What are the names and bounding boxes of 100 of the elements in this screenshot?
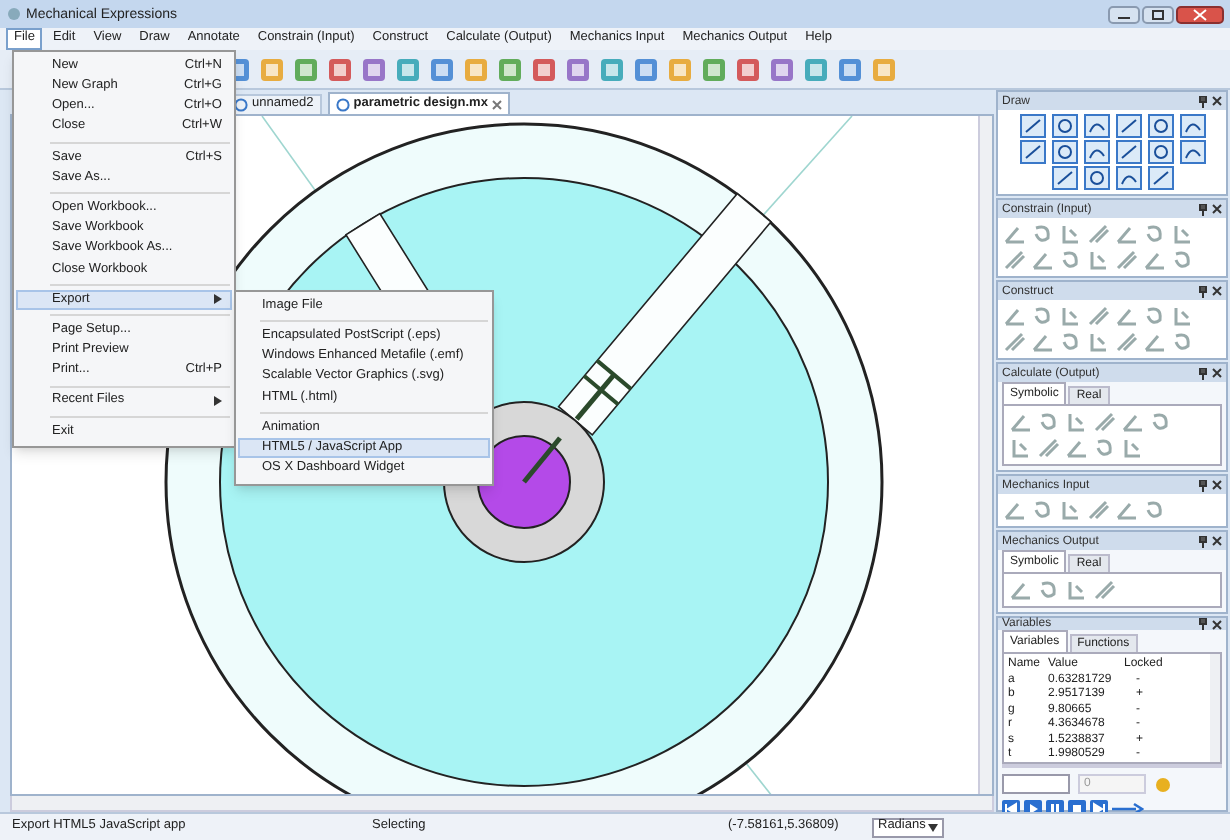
pin-icon[interactable] [1198,535,1208,547]
toolbar-icon[interactable] [530,55,558,83]
draw-tool-icon[interactable] [1051,140,1077,164]
draw-tool-icon[interactable] [1115,114,1141,138]
calculate-tool-icon[interactable] [1008,436,1034,460]
toolbar-icon[interactable] [734,55,762,83]
mechanics-input-icon[interactable] [1030,498,1056,522]
minimize-button[interactable] [1108,5,1140,23]
maximize-button[interactable] [1142,5,1174,23]
toolbar-icon[interactable] [768,55,796,83]
construct-tool-icon[interactable] [1142,330,1168,354]
mechanics-input-icon[interactable] [1058,498,1084,522]
calculate-tool-icon[interactable] [1120,410,1146,434]
calculate-tool-icon[interactable] [1008,410,1034,434]
horizontal-scrollbar[interactable] [10,796,994,812]
construct-tool-icon[interactable] [1030,330,1056,354]
pin-icon[interactable] [1198,479,1208,491]
mechanics-input-icon[interactable] [1142,498,1168,522]
construct-tool-icon[interactable] [1142,304,1168,328]
constraint-tool-icon[interactable] [1114,248,1140,272]
input-field[interactable] [1002,774,1070,794]
close-icon[interactable] [1212,480,1222,490]
toolbar-icon[interactable] [564,55,592,83]
draw-tool-icon[interactable] [1083,140,1109,164]
draw-tool-icon[interactable] [1179,114,1205,138]
draw-tool-icon[interactable] [1179,140,1205,164]
arrow-icon[interactable] [1112,802,1144,816]
draw-tool-icon[interactable] [1147,140,1173,164]
construct-tool-icon[interactable] [1114,330,1140,354]
constraint-tool-icon[interactable] [1058,222,1084,246]
draw-tool-icon[interactable] [1019,140,1045,164]
constraint-tool-icon[interactable] [1030,222,1056,246]
toolbar-icon[interactable] [360,55,388,83]
toolbar-icon[interactable] [394,55,422,83]
draw-tool-icon[interactable] [1083,114,1109,138]
pin-icon[interactable] [1198,285,1208,297]
draw-tool-icon[interactable] [1147,114,1173,138]
constraint-tool-icon[interactable] [1086,248,1112,272]
mechanics-input-icon[interactable] [1086,498,1112,522]
toolbar-icon[interactable] [258,55,286,83]
vertical-scrollbar[interactable] [978,116,992,794]
constraint-tool-icon[interactable] [1170,248,1196,272]
toolbar-icon[interactable] [836,55,864,83]
mechanics-output-icon[interactable] [1092,578,1118,602]
toolbar-icon[interactable] [496,55,524,83]
toolbar-icon[interactable] [428,55,456,83]
toolbar-icon[interactable] [632,55,660,83]
pin-icon[interactable] [1198,618,1208,630]
constraint-tool-icon[interactable] [1142,222,1168,246]
construct-tool-icon[interactable] [1058,330,1084,354]
draw-tool-icon[interactable] [1051,114,1077,138]
close-icon[interactable] [1212,619,1222,629]
close-icon[interactable] [1212,204,1222,214]
close-icon[interactable] [1212,368,1222,378]
mechanics-output-icon[interactable] [1008,578,1034,602]
toolbar-icon[interactable] [462,55,490,83]
constraint-tool-icon[interactable] [1002,222,1028,246]
constraint-tool-icon[interactable] [1058,248,1084,272]
draw-tool-icon[interactable] [1083,166,1109,190]
toolbar-icon[interactable] [326,55,354,83]
close-icon[interactable] [1212,286,1222,296]
calculate-tool-icon[interactable] [1120,436,1146,460]
construct-tool-icon[interactable] [1058,304,1084,328]
calculate-tool-icon[interactable] [1036,410,1062,434]
toolbar-icon[interactable] [802,55,830,83]
construct-tool-icon[interactable] [1086,330,1112,354]
calculate-tool-icon[interactable] [1064,410,1090,434]
pin-icon[interactable] [1198,95,1208,107]
construct-tool-icon[interactable] [1002,330,1028,354]
calculate-tool-icon[interactable] [1092,410,1118,434]
construct-tool-icon[interactable] [1114,304,1140,328]
draw-tool-icon[interactable] [1019,114,1045,138]
draw-tool-icon[interactable] [1147,166,1173,190]
toolbar-icon[interactable] [666,55,694,83]
draw-tool-icon[interactable] [1115,166,1141,190]
toolbar-icon[interactable] [292,55,320,83]
constraint-tool-icon[interactable] [1114,222,1140,246]
calculate-tool-icon[interactable] [1092,436,1118,460]
mechanics-output-icon[interactable] [1064,578,1090,602]
toolbar-icon[interactable] [700,55,728,83]
draw-tool-icon[interactable] [1115,140,1141,164]
draw-tool-icon[interactable] [1051,166,1077,190]
pin-icon[interactable] [1198,367,1208,379]
construct-tool-icon[interactable] [1002,304,1028,328]
constraint-tool-icon[interactable] [1002,248,1028,272]
pin-icon[interactable] [1198,203,1208,215]
mechanics-input-icon[interactable] [1002,498,1028,522]
construct-tool-icon[interactable] [1170,330,1196,354]
mechanics-input-icon[interactable] [1114,498,1140,522]
close-icon[interactable] [1212,536,1222,546]
calculate-tool-icon[interactable] [1064,436,1090,460]
calculate-tool-icon[interactable] [1148,410,1174,434]
close-icon[interactable] [1212,96,1222,106]
close-icon[interactable] [491,99,502,109]
construct-tool-icon[interactable] [1086,304,1112,328]
horizontal-scrollbar[interactable] [1002,764,1222,768]
toolbar-icon[interactable] [870,55,898,83]
construct-tool-icon[interactable] [1030,304,1056,328]
close-button[interactable] [1176,5,1224,23]
constraint-tool-icon[interactable] [1086,222,1112,246]
